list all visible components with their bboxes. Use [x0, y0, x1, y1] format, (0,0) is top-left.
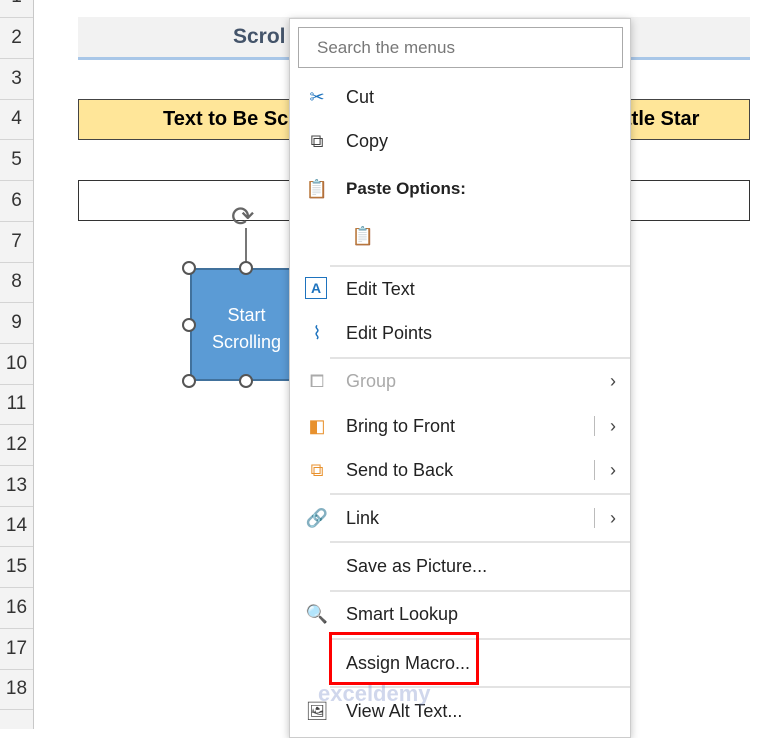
row-header-14[interactable]: 14 [0, 506, 33, 548]
separator [330, 541, 630, 543]
row-header-16[interactable]: 16 [0, 588, 33, 629]
chevron-right-icon: › [610, 371, 616, 391]
row-header-12[interactable]: 12 [0, 425, 33, 466]
paste-options-header: 📋 Paste Options: [305, 179, 466, 199]
copy-icon: ⧉ [310, 131, 324, 151]
link-icon: 🔗 [305, 508, 329, 528]
row-header-6[interactable]: 6 [0, 181, 33, 222]
shape-text-line1: Start [227, 305, 266, 325]
row-header-7[interactable]: 7 [0, 222, 33, 263]
row-header-9[interactable]: 9 [0, 303, 33, 344]
resize-handle[interactable] [182, 261, 196, 275]
separator [330, 590, 630, 592]
group-icon: ⧠ [309, 371, 325, 391]
resize-handle[interactable] [239, 374, 253, 388]
highlight-box [329, 632, 479, 685]
menu-item-save-as-picture[interactable]: Save as Picture... [290, 548, 630, 584]
menu-item-edit-points[interactable]: ⌇ Edit Points [290, 315, 630, 351]
row-header-13[interactable]: 13 [0, 466, 33, 507]
context-menu: Search the menus ✂ Cut ⧉ Copy 📋 Paste Optio… [289, 18, 631, 738]
search-menus-input[interactable]: Search the menus [298, 27, 623, 68]
row-header-3[interactable]: 3 [0, 59, 33, 100]
resize-handle[interactable] [182, 374, 196, 388]
separator [330, 493, 630, 495]
row-header-11[interactable]: 11 [0, 384, 33, 426]
row-header-18[interactable]: 18 [0, 669, 33, 711]
yellow-left-text: Text to Be Sc [163, 108, 289, 130]
chevron-right-icon[interactable]: › [610, 500, 616, 536]
yellow-right-text: ttle Star [625, 108, 700, 130]
row-header-15[interactable]: 15 [0, 547, 33, 589]
watermark-logo: exceldemy [318, 681, 431, 706]
paste-icon: 📋 [305, 179, 329, 199]
menu-item-cut[interactable]: ✂ Cut [290, 79, 630, 115]
row-header-2[interactable]: 2 [0, 18, 33, 59]
edit-text-icon: A [305, 277, 327, 299]
row-header-1[interactable]: 1 [0, 0, 33, 19]
chevron-right-icon[interactable]: › [610, 452, 616, 488]
menu-item-edit-text[interactable]: A Edit Text [290, 271, 630, 307]
shape-text-line2: Scrolling [211, 332, 282, 352]
start-scrolling-shape[interactable]: Start Scrolling [190, 268, 303, 381]
separator [330, 357, 630, 359]
paste-button[interactable]: 📋 [336, 218, 376, 254]
title-text: Scrol [233, 25, 286, 48]
menu-item-smart-lookup[interactable]: 🔍 Smart Lookup [290, 596, 630, 632]
row-header-8[interactable]: 8 [0, 262, 33, 304]
scissors-icon: ✂ [309, 87, 325, 107]
chevron-right-icon[interactable]: › [610, 408, 616, 444]
menu-item-group: ⧠ Group › [290, 363, 630, 399]
row-header-5[interactable]: 5 [0, 140, 33, 182]
row-header-4[interactable]: 4 [0, 99, 33, 141]
row-headers: 123456789101112131415161718 [0, 0, 34, 729]
resize-handle[interactable] [182, 318, 196, 332]
resize-handle[interactable] [239, 261, 253, 275]
row-header-17[interactable]: 17 [0, 629, 33, 670]
menu-item-copy[interactable]: ⧉ Copy [290, 123, 630, 159]
row-header-10[interactable]: 10 [0, 344, 33, 385]
rotate-handle-icon[interactable]: ⟳ [231, 200, 254, 233]
smart-lookup-icon: 🔍 [305, 604, 329, 624]
edit-points-icon: ⌇ [312, 323, 322, 343]
menu-item-link[interactable]: 🔗 Link › [290, 500, 630, 536]
paste-icon: 📋 [351, 226, 375, 246]
bring-front-icon: ◧ [308, 416, 326, 436]
menu-item-send-to-back[interactable]: ⧉ Send to Back › [290, 452, 630, 488]
menu-item-bring-to-front[interactable]: ◧ Bring to Front › [290, 408, 630, 444]
send-back-icon: ⧉ [310, 460, 324, 480]
separator [330, 265, 630, 267]
